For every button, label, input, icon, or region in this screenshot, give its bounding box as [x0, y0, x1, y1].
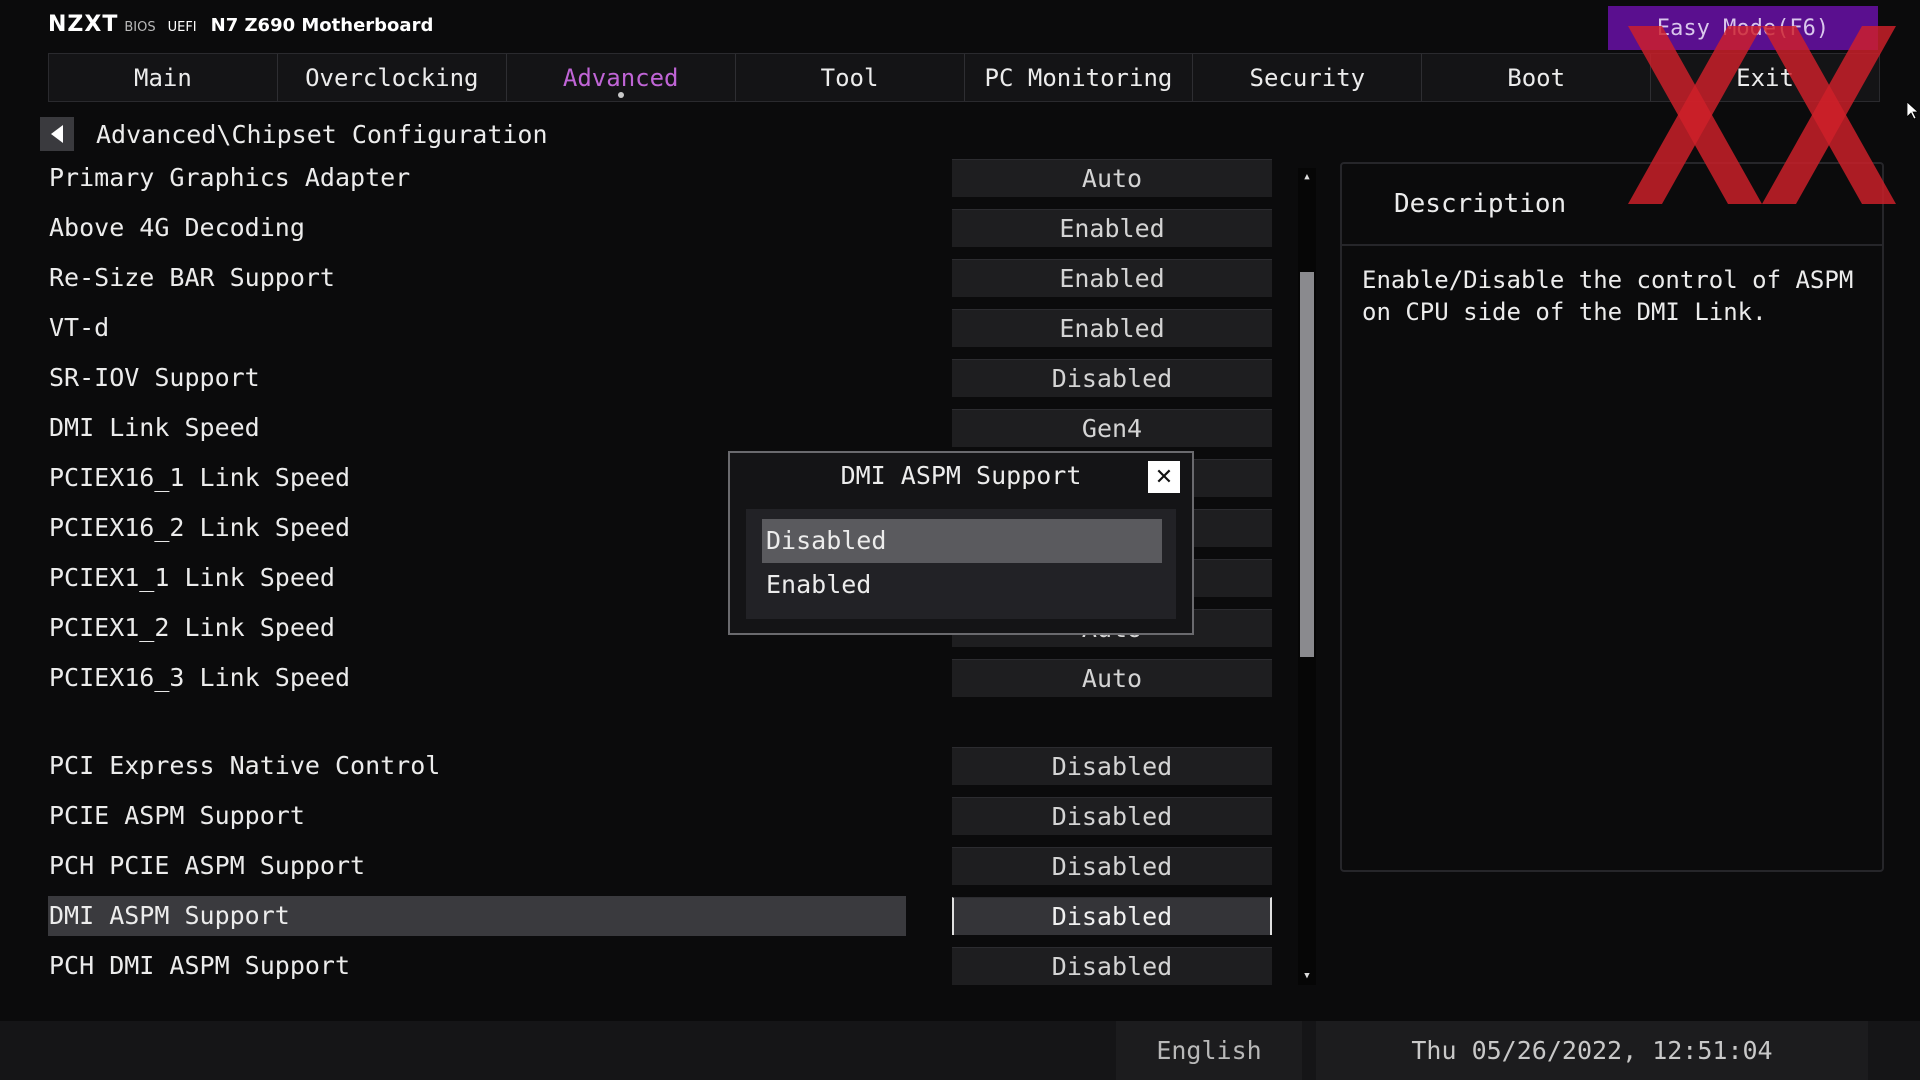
tab-advanced[interactable]: Advanced [507, 54, 736, 101]
description-panel: Description Enable/Disable the control o… [1340, 162, 1884, 872]
tab-pc-monitoring[interactable]: PC Monitoring [965, 54, 1194, 101]
back-arrow-icon[interactable] [40, 117, 74, 151]
setting-row-selected[interactable]: DMI ASPM Support Disabled [48, 896, 1280, 936]
tab-security[interactable]: Security [1193, 54, 1423, 101]
dialog-title: DMI ASPM Support [840, 461, 1082, 490]
setting-label: PCIE ASPM Support [49, 801, 305, 830]
scrollbar-thumb[interactable] [1300, 272, 1314, 657]
setting-row[interactable]: PCI Express Native Control Disabled [48, 746, 1280, 786]
breadcrumb-path: Advanced\Chipset Configuration [96, 119, 548, 149]
option-selection-dialog: DMI ASPM Support ✕ Disabled Enabled [728, 451, 1194, 635]
option-disabled[interactable]: Disabled [762, 519, 1162, 563]
breadcrumb: Advanced\Chipset Configuration [40, 116, 548, 152]
language-selector[interactable]: English [1116, 1021, 1302, 1080]
uefi-label: UEFI [167, 20, 197, 35]
setting-value-button[interactable]: Auto [952, 659, 1272, 697]
description-text: Enable/Disable the control of ASPM on CP… [1362, 266, 1854, 326]
setting-row[interactable]: SR-IOV Support Disabled [48, 358, 1280, 398]
tab-tool[interactable]: Tool [736, 54, 965, 101]
setting-value-button[interactable]: Auto [952, 159, 1272, 197]
setting-row[interactable]: DMI Link Speed Gen4 [48, 408, 1280, 448]
setting-value-button[interactable]: Gen4 [952, 409, 1272, 447]
setting-value-button[interactable]: Enabled [952, 209, 1272, 247]
setting-value-button[interactable]: Enabled [952, 259, 1272, 297]
option-enabled[interactable]: Enabled [762, 563, 1162, 607]
setting-value-button[interactable]: Disabled [952, 359, 1272, 397]
date-time-display: Thu 05/26/2022, 12:51:04 [1316, 1021, 1868, 1080]
bios-label: BIOS [124, 20, 156, 35]
setting-value-button[interactable]: Disabled [952, 747, 1272, 785]
setting-label: Above 4G Decoding [49, 213, 305, 242]
scrollbar[interactable]: ▲ ▼ [1298, 168, 1316, 985]
xx-watermark-logo [1628, 26, 1896, 204]
setting-value-button[interactable]: Disabled [952, 897, 1272, 935]
brand: NZXT BIOS UEFI N7 Z690 Motherboard [48, 12, 433, 40]
setting-row[interactable]: Primary Graphics Adapter Auto [48, 158, 1280, 198]
setting-label: DMI Link Speed [49, 413, 260, 442]
setting-row[interactable]: Re-Size BAR Support Enabled [48, 258, 1280, 298]
tab-overclocking[interactable]: Overclocking [278, 54, 507, 101]
tab-boot[interactable]: Boot [1422, 54, 1652, 101]
mouse-cursor-icon [1907, 102, 1919, 120]
setting-row[interactable]: PCH PCIE ASPM Support Disabled [48, 846, 1280, 886]
setting-row[interactable]: PCH DMI ASPM Support Disabled [48, 946, 1280, 986]
setting-row[interactable]: PCIE ASPM Support Disabled [48, 796, 1280, 836]
tab-main[interactable]: Main [49, 54, 278, 101]
status-bar: English Thu 05/26/2022, 12:51:04 [0, 1021, 1920, 1080]
scroll-up-arrow-icon[interactable]: ▲ [1298, 168, 1316, 186]
main-tabs: Main Overclocking Advanced Tool PC Monit… [48, 53, 1880, 102]
setting-value-button[interactable]: Enabled [952, 309, 1272, 347]
setting-label: PCH PCIE ASPM Support [49, 851, 366, 880]
setting-label: Primary Graphics Adapter [49, 163, 411, 192]
setting-label: VT-d [49, 313, 110, 342]
setting-value-button[interactable]: Disabled [952, 947, 1272, 985]
setting-row[interactable]: VT-d Enabled [48, 308, 1280, 348]
setting-value-button[interactable]: Disabled [952, 847, 1272, 885]
nzxt-logo: NZXT [48, 12, 119, 37]
setting-label: PCIEX16_3 Link Speed [49, 663, 351, 692]
setting-label: PCI Express Native Control [49, 751, 441, 780]
setting-label: Re-Size BAR Support [49, 263, 335, 292]
setting-label: DMI ASPM Support [48, 896, 906, 936]
motherboard-model: N7 Z690 Motherboard [210, 15, 434, 36]
setting-label: PCH DMI ASPM Support [49, 951, 351, 980]
option-list: Disabled Enabled [746, 509, 1176, 619]
setting-row[interactable]: Above 4G Decoding Enabled [48, 208, 1280, 248]
setting-label: SR-IOV Support [49, 363, 260, 392]
close-icon[interactable]: ✕ [1148, 461, 1180, 493]
setting-row[interactable]: PCIEX16_3 Link Speed Auto [48, 658, 1280, 698]
scroll-down-arrow-icon[interactable]: ▼ [1298, 967, 1316, 985]
setting-value-button[interactable]: Disabled [952, 797, 1272, 835]
